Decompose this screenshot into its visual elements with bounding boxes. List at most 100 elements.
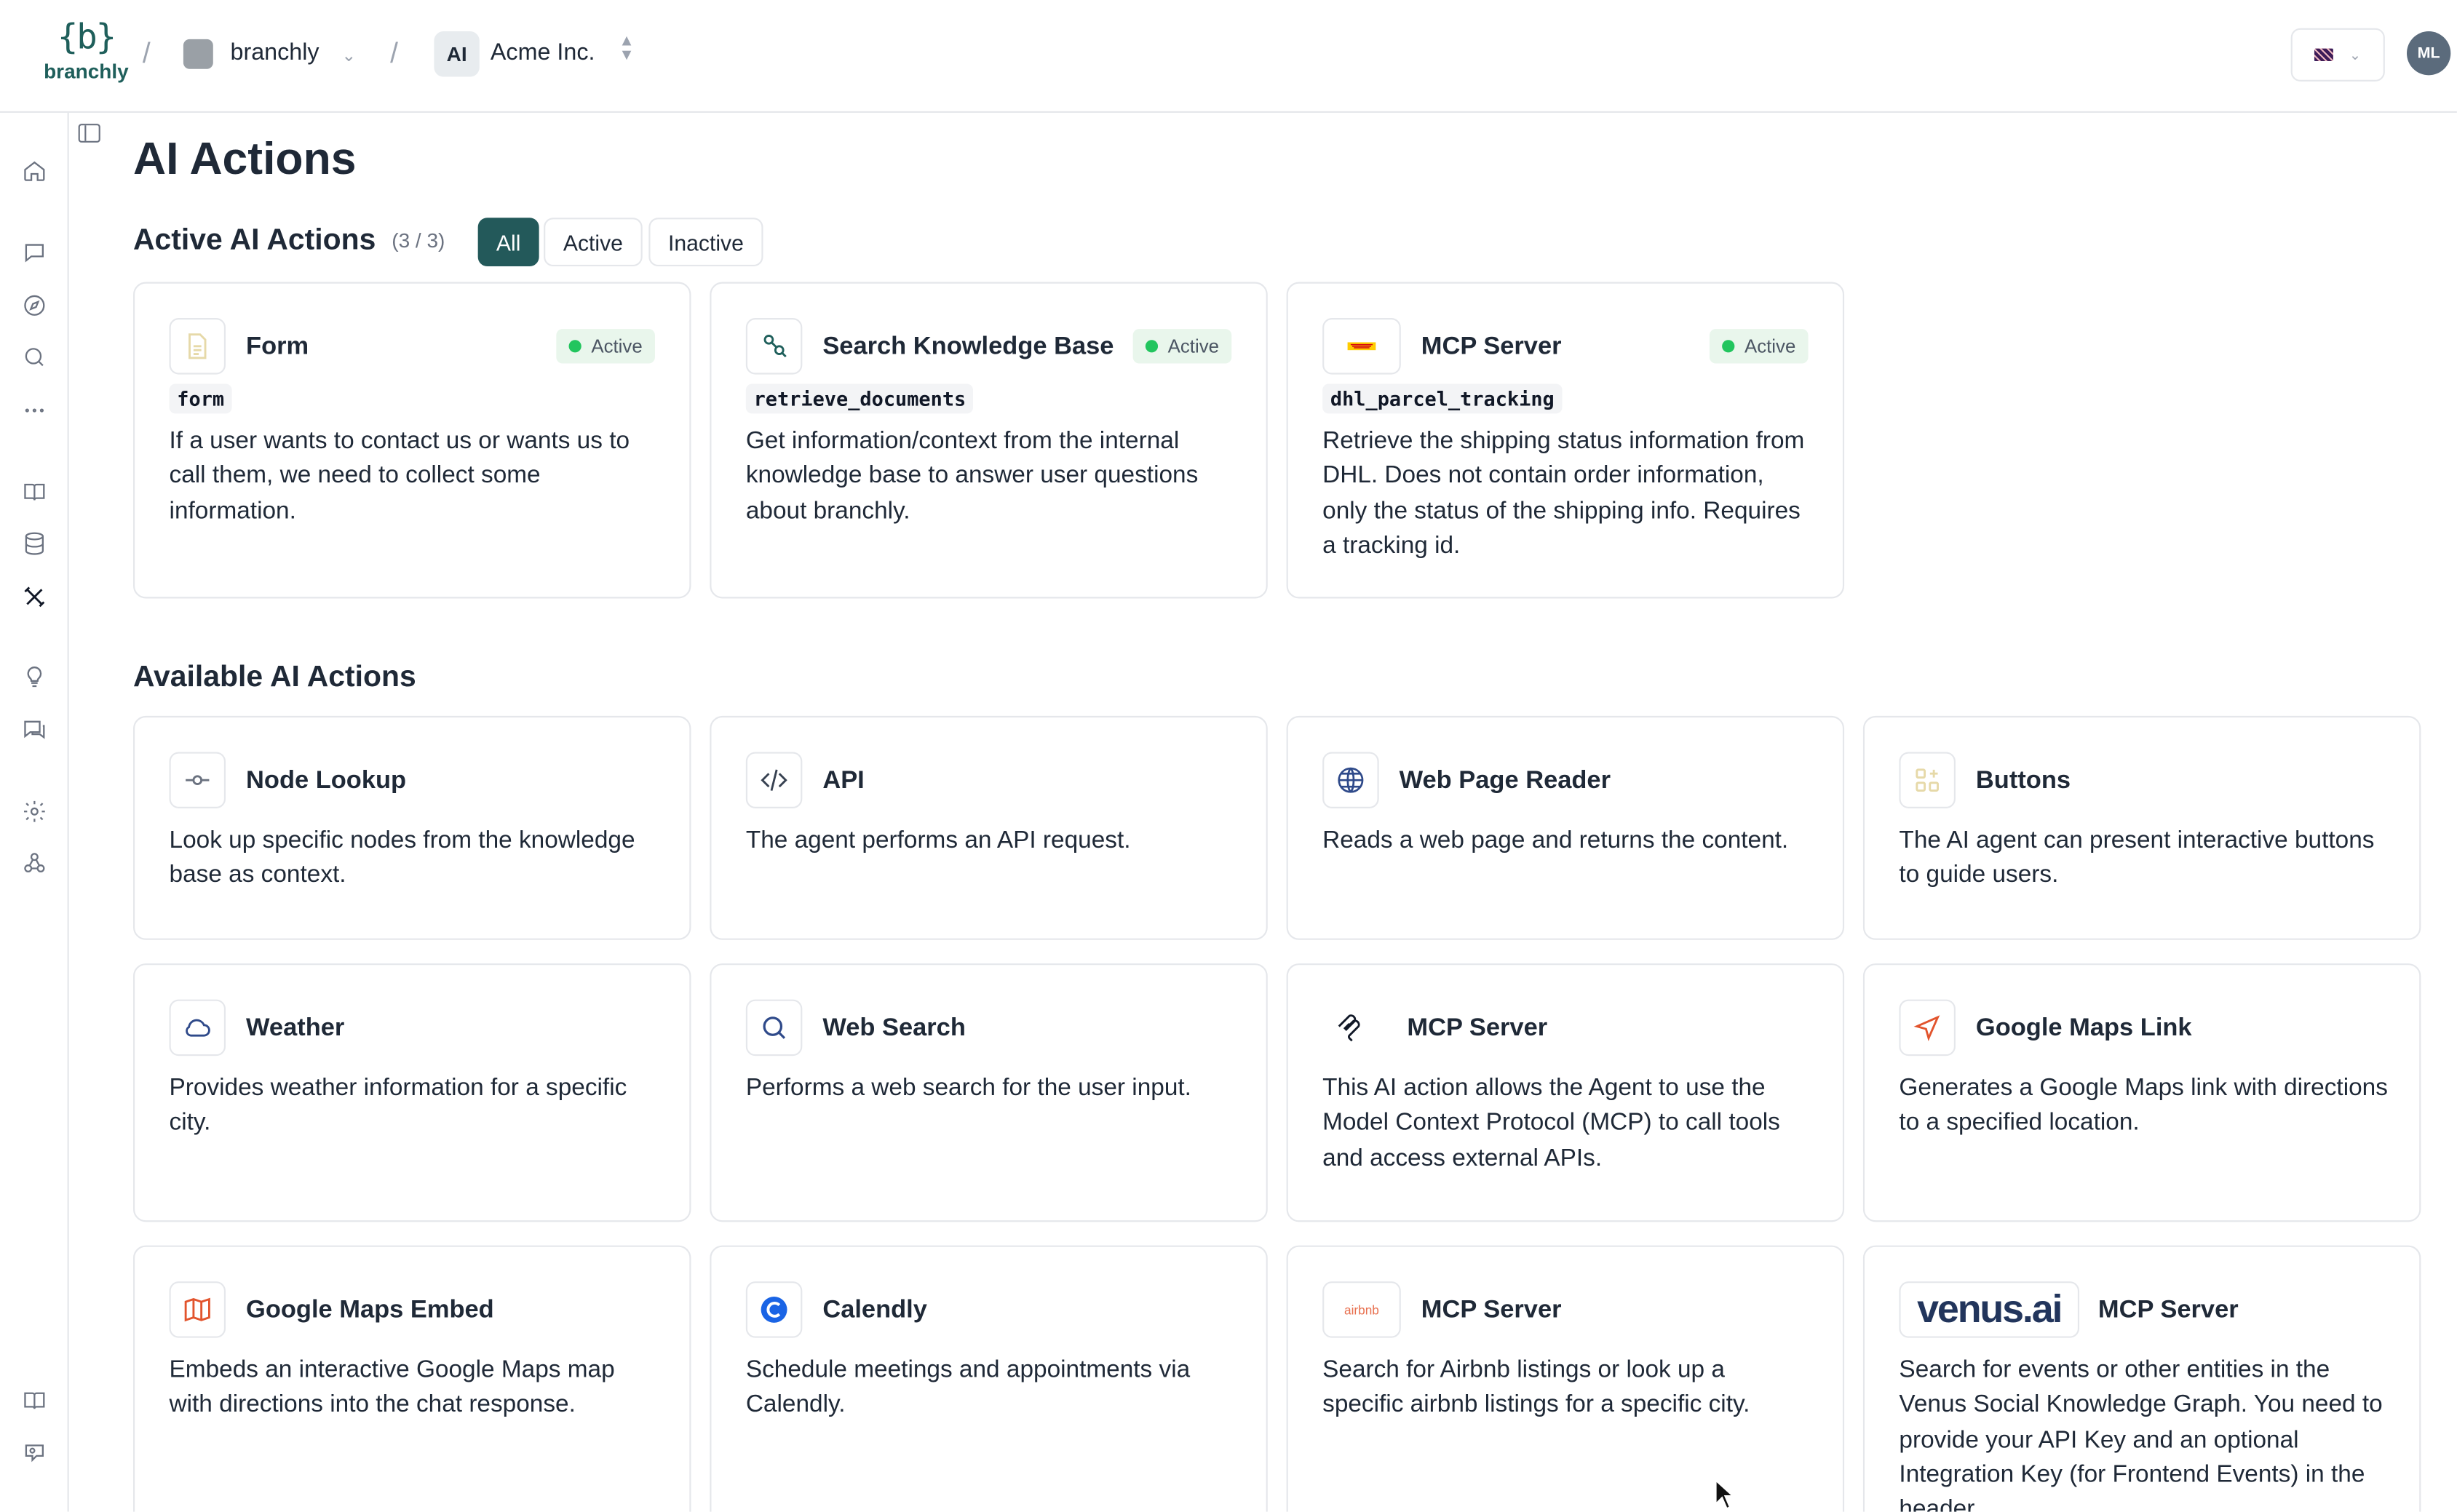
action-description: Generates a Google Maps link with direct… [1899,1074,2388,1137]
available-action-card[interactable]: Google Maps Link Generates a Google Maps… [1862,963,2421,1222]
top-bar: {b} branchly / branchly ⌄ / AI Acme Inc.… [0,0,2457,114]
chevron-down-icon[interactable]: ⌄ [341,45,356,66]
action-description: Search for events or other entities in t… [1899,1356,2383,1512]
support-icon[interactable] [20,1440,49,1468]
filter-active[interactable]: Active [544,218,643,267]
language-select[interactable]: ⌄ [2290,28,2385,81]
database-icon[interactable] [20,530,49,558]
action-code: dhl_parcel_tracking [1322,383,1563,414]
action-name: MCP Server [1421,1297,1562,1324]
globe-icon [1322,752,1379,808]
chevron-down-icon: ⌄ [2349,46,2362,63]
airbnb-logo-icon: airbnb [1322,1281,1401,1338]
available-action-card[interactable]: Calendly Schedule meetings and appointme… [710,1245,1268,1512]
action-name: Buttons [1975,767,2071,795]
search-icon[interactable] [20,343,49,372]
filter-all[interactable]: All [477,218,539,267]
action-name: Web Page Reader [1399,767,1611,795]
action-description: If a user wants to contact us or wants u… [169,427,630,525]
tools-icon[interactable] [20,583,49,611]
node-commit-icon [169,752,226,808]
workspace-name[interactable]: branchly [230,39,319,66]
action-description: Reads a web page and returns the content… [1322,827,1789,854]
sidebar-toggle-icon[interactable] [78,124,100,143]
breadcrumb-separator: / [390,37,398,69]
active-action-card[interactable]: Form Active form If a user wants to cont… [133,282,691,599]
active-count: (3 / 3) [392,228,445,252]
available-action-card[interactable]: Web Search Performs a web search for the… [710,963,1268,1222]
action-name: Google Maps Embed [246,1297,494,1324]
available-action-card[interactable]: Weather Provides weather information for… [133,963,691,1222]
chevron-up-down-icon[interactable]: ▲ ▼ [619,33,634,63]
action-code: retrieve_documents [745,383,975,414]
available-action-card[interactable]: API The agent performs an API request. [710,715,1268,940]
action-name: Form [246,333,309,361]
org-badge: AI [434,31,480,77]
dhl-logo-icon [1322,318,1401,375]
search-icon [745,999,803,1057]
action-description: This AI action allows the Agent to use t… [1322,1074,1780,1171]
feedback-icon[interactable] [20,716,49,744]
chat-icon[interactable] [20,238,49,266]
action-description: The agent performs an API request. [745,827,1131,854]
mcp-logo-icon [1322,1000,1379,1057]
action-description: Look up specific nodes from the knowledg… [169,827,635,889]
filter-inactive[interactable]: Inactive [648,218,763,267]
webhook-icon[interactable] [20,849,49,878]
action-description: Provides weather information for a speci… [169,1074,627,1137]
action-name: Weather [246,1015,345,1042]
available-action-card[interactable]: Web Page Reader Reads a web page and ret… [1286,715,1845,940]
action-name: Web Search [822,1015,966,1042]
logo-braces: {b} [57,18,116,58]
action-name: Node Lookup [246,767,407,795]
mouse-cursor-icon [1715,1479,1736,1510]
compass-icon[interactable] [20,291,49,319]
workspace-avatar [183,39,213,69]
action-code: form [169,383,232,414]
home-icon[interactable] [20,156,49,185]
uk-flag-icon [2314,48,2334,61]
more-icon[interactable] [20,397,49,425]
org-name[interactable]: Acme Inc. [491,39,595,66]
gear-icon[interactable] [20,797,49,826]
logo-text: branchly [44,59,129,84]
available-action-card[interactable]: MCP Server This AI action allows the Age… [1286,963,1845,1222]
action-description: Schedule meetings and appointments via C… [745,1356,1191,1419]
action-name: Google Maps Link [1975,1015,2192,1042]
action-description: Embeds an interactive Google Maps map wi… [169,1356,615,1419]
knowledge-search-icon [745,318,803,375]
action-name: MCP Server [1421,333,1562,361]
status-badge: Active [556,329,655,364]
sidebar [0,113,69,1512]
available-action-card[interactable]: airbnb MCP Server Search for Airbnb list… [1286,1245,1845,1512]
active-action-card[interactable]: MCP Server Active dhl_parcel_tracking Re… [1286,282,1845,599]
status-badge: Active [1710,329,1809,364]
action-name: Calendly [822,1297,927,1324]
status-badge: Active [1133,329,1232,364]
grid-plus-icon [1899,752,1956,808]
action-name: MCP Server [2097,1297,2239,1324]
page-title: AI Actions [133,135,357,186]
book-icon[interactable] [20,478,49,506]
calendly-logo-icon [745,1281,803,1338]
available-action-card[interactable]: Buttons The AI agent can present interac… [1862,715,2421,940]
cloud-icon [169,999,226,1057]
active-section-title: Active AI Actions [133,223,376,258]
action-name: MCP Server [1407,1015,1548,1042]
action-description: Performs a web search for the user input… [745,1074,1191,1102]
breadcrumb-separator: / [142,37,151,69]
docs-icon[interactable] [20,1386,49,1414]
user-avatar[interactable]: ML [2407,31,2451,76]
code-icon [745,752,803,808]
lightbulb-icon[interactable] [20,663,49,691]
available-action-card[interactable]: Node Lookup Look up specific nodes from … [133,715,691,940]
branchly-logo[interactable]: {b} branchly [44,18,129,91]
available-action-card[interactable]: Google Maps Embed Embeds an interactive … [133,1245,691,1512]
action-name: API [822,767,865,795]
available-section-title: Available AI Actions [133,661,416,694]
available-action-card[interactable]: venus.ai MCP Server Search for events or… [1862,1245,2421,1512]
active-action-card[interactable]: Search Knowledge Base Active retrieve_do… [710,282,1268,599]
action-name: Search Knowledge Base [822,333,1114,361]
map-icon [169,1281,226,1338]
action-description: Get information/context from the interna… [745,427,1199,525]
